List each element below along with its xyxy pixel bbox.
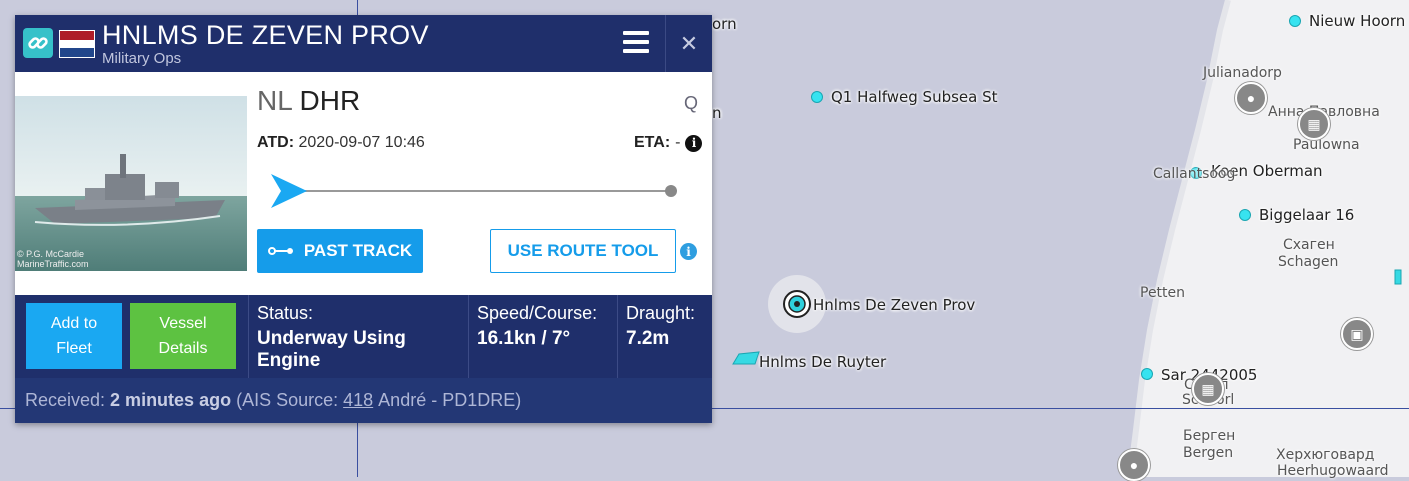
vessel-type: Military Ops: [102, 50, 182, 67]
station-marker[interactable]: [1289, 15, 1301, 27]
atd-row: ATD: 2020-09-07 10:46: [257, 134, 425, 152]
search-label[interactable]: Q: [684, 93, 698, 114]
received-value: 2 minutes ago: [110, 390, 232, 410]
speed-value: 16.1kn / 7°: [477, 328, 571, 349]
station-marker[interactable]: [1239, 209, 1251, 221]
voyage-progress: [271, 174, 677, 208]
place-callantsoog: Callantsoog: [1153, 166, 1236, 182]
draught-label: Draught:: [626, 303, 696, 323]
draught-value: 7.2m: [626, 328, 670, 349]
add-to-fleet-button[interactable]: Add to Fleet: [26, 303, 122, 369]
place-schagen-nl: Schagen: [1278, 254, 1339, 270]
track-icon: [267, 247, 293, 255]
close-icon[interactable]: ✕: [666, 15, 712, 72]
vessel-marker[interactable]: [731, 350, 761, 368]
building-poi-icon[interactable]: ▦: [1298, 108, 1330, 140]
place-heerhugo-ru: Херхюговард: [1276, 447, 1375, 463]
received-footer: Received: 2 minutes ago (AIS Source: 418…: [15, 378, 712, 423]
atd-value: 2020-09-07 10:46: [298, 134, 425, 151]
speed-cell: Speed/Course: 16.1kn / 7°: [468, 295, 617, 378]
tower-poi-icon[interactable]: [1392, 268, 1404, 286]
status-label: Status:: [257, 303, 314, 323]
flag-icon-netherlands: [59, 30, 95, 58]
status-value: Underway Using Engine: [257, 328, 406, 371]
person-poi-icon[interactable]: ●: [1118, 449, 1150, 481]
place-schagen-ru: Схаген: [1283, 237, 1335, 253]
speed-label: Speed/Course:: [477, 303, 598, 323]
source-suffix: André - PD1DRE): [378, 390, 522, 410]
photo-credit: © P.G. McCardie MarineTraffic.com: [17, 249, 89, 269]
destination-port: DHR: [299, 85, 361, 116]
departure-port: NL: [257, 85, 292, 116]
eta-label: ETA:: [634, 134, 671, 151]
building-poi-icon[interactable]: ▦: [1192, 373, 1224, 405]
station-marker[interactable]: [1141, 368, 1153, 380]
status-cell: Status: Underway Using Engine: [248, 295, 468, 378]
voyage-route: NL DHR: [257, 85, 360, 117]
person-poi-icon[interactable]: ●: [1235, 82, 1267, 114]
map-label-halfweg[interactable]: Q1 Halfweg Subsea St: [831, 88, 998, 106]
place-anna-nl: Paulowna: [1293, 137, 1360, 153]
vessel-photo[interactable]: © P.G. McCardie MarineTraffic.com: [15, 96, 247, 271]
info-icon[interactable]: i: [685, 134, 703, 152]
past-track-button[interactable]: PAST TRACK: [257, 229, 423, 273]
source-prefix: (AIS Source:: [236, 390, 339, 410]
vessel-popup: HNLMS DE ZEVEN PROV Military Ops ✕ © P.G…: [15, 15, 712, 423]
past-track-label: PAST TRACK: [303, 241, 413, 260]
place-bergen-nl: Bergen: [1183, 445, 1234, 461]
atd-label: ATD:: [257, 134, 295, 151]
popup-header: HNLMS DE ZEVEN PROV Military Ops ✕: [15, 15, 712, 72]
eta-row: ETA: - i: [634, 134, 703, 152]
map-label-partial: n: [712, 104, 722, 122]
map-label-biggelaar[interactable]: Biggelaar 16: [1259, 206, 1354, 224]
draught-cell: Draught: 7.2m: [617, 295, 712, 378]
place-petten: Petten: [1140, 285, 1186, 301]
station-marker[interactable]: [811, 91, 823, 103]
chip-poi-icon[interactable]: ▣: [1341, 318, 1373, 350]
info-icon[interactable]: i: [680, 243, 697, 260]
link-icon[interactable]: [23, 28, 53, 58]
vessel-name: HNLMS DE ZEVEN PROV: [102, 20, 429, 50]
menu-icon[interactable]: [623, 25, 657, 59]
map-label-nieuw-hoorn[interactable]: Nieuw Hoorn: [1309, 12, 1405, 30]
ais-source-link[interactable]: 418: [343, 390, 373, 411]
map-label-hnlms-zeven[interactable]: Hnlms De Zeven Prov: [813, 296, 975, 314]
place-bergen-ru: Берген: [1183, 428, 1236, 444]
place-julianadorp: Julianadorp: [1203, 65, 1282, 81]
map-label-hnlms-ruyter[interactable]: Hnlms De Ruyter: [759, 353, 886, 371]
eta-value: -: [675, 134, 681, 151]
map-label-partial: orn: [712, 15, 737, 33]
route-tool-button[interactable]: USE ROUTE TOOL: [490, 229, 676, 273]
received-label: Received:: [25, 390, 106, 410]
vessel-details-button[interactable]: Vessel Details: [130, 303, 236, 369]
status-bar: Add to Fleet Vessel Details Status: Unde…: [15, 295, 712, 378]
